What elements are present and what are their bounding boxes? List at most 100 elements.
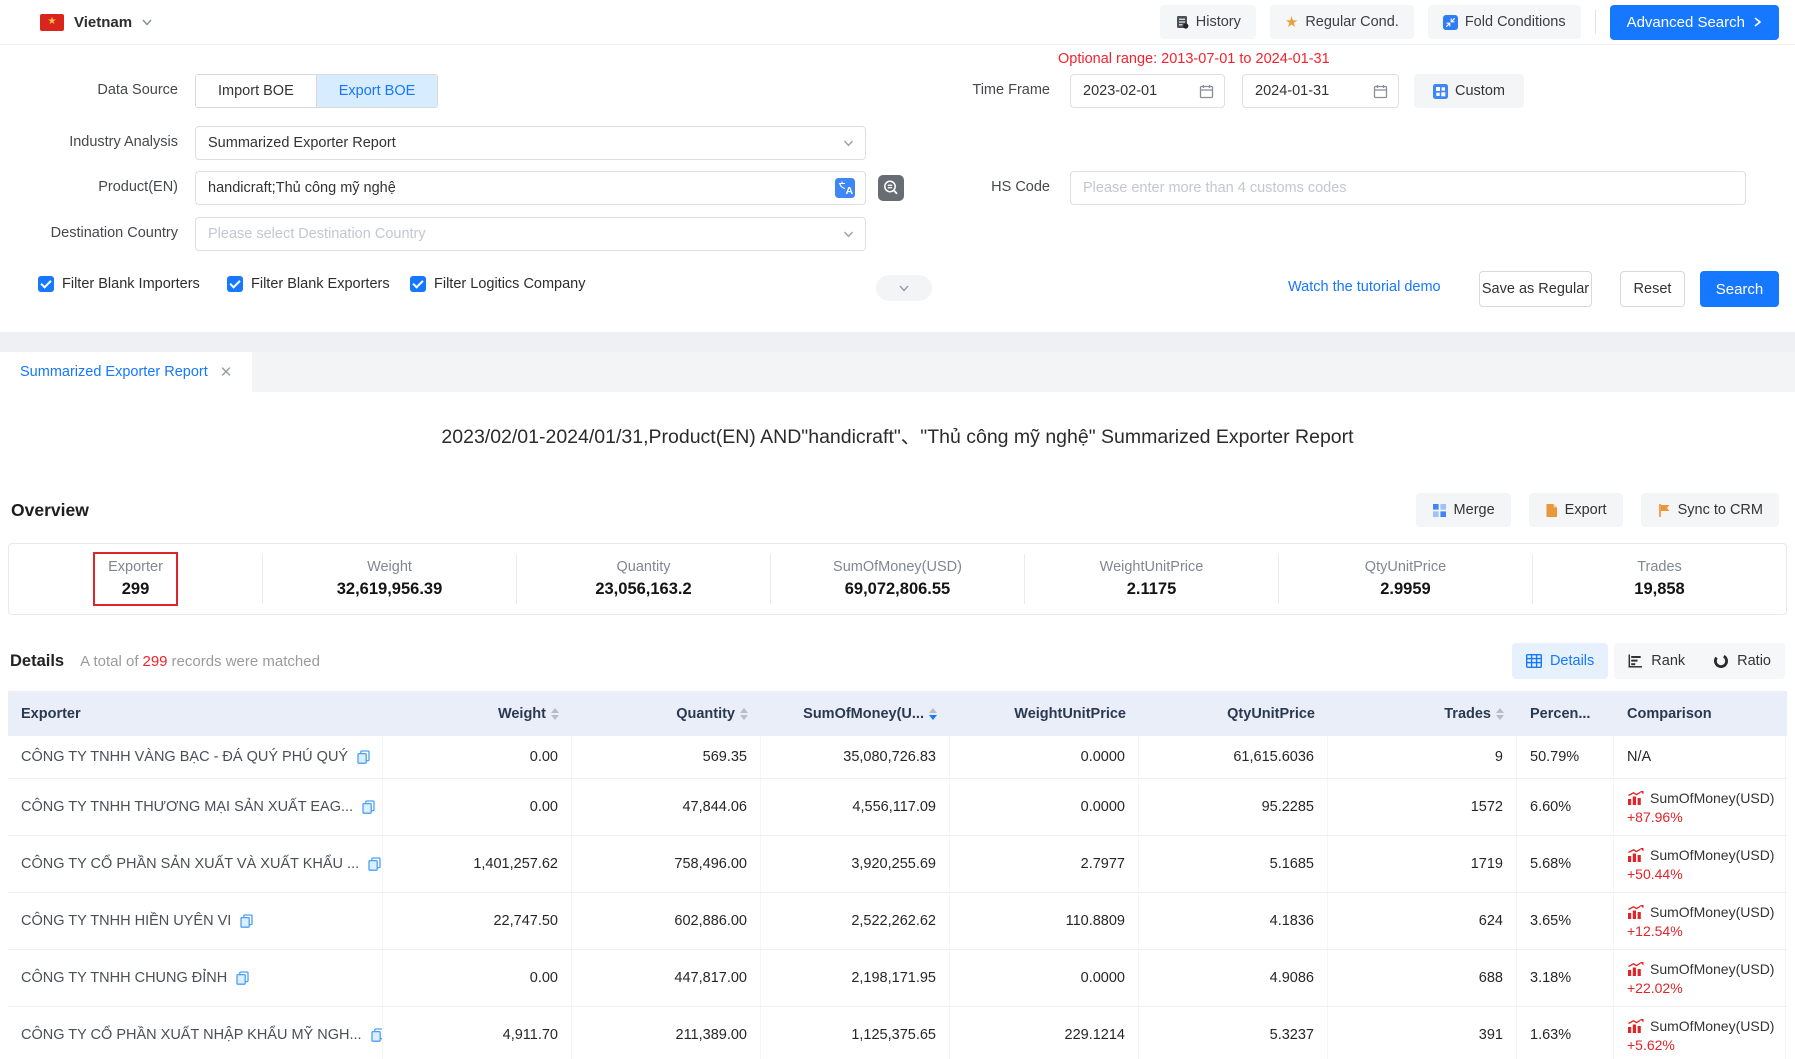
search-button[interactable]: Search	[1700, 271, 1779, 307]
comparison-cell: SumOfMoney(USD)+5.62%	[1627, 1018, 1774, 1053]
export-button[interactable]: Export	[1529, 493, 1623, 527]
custom-range-button[interactable]: Custom	[1414, 74, 1524, 108]
column-header-exporter[interactable]: Exporter	[8, 691, 383, 736]
cell-comparison: SumOfMoney(USD)+22.02%	[1614, 950, 1786, 1006]
filter-logitics-company-checkbox[interactable]: Filter Logitics Company	[410, 276, 586, 292]
cell-exporter[interactable]: CÔNG TY TNHH CHUNG ĐỈNH	[8, 950, 383, 1006]
save-as-regular-button[interactable]: Save as Regular	[1479, 271, 1592, 307]
sort-carets[interactable]	[740, 708, 748, 720]
industry-analysis-select[interactable]: Summarized Exporter Report	[195, 126, 866, 160]
exporter-name[interactable]: CÔNG TY TNHH VÀNG BẠC - ĐÁ QUÝ PHÚ QUÝ	[21, 749, 348, 765]
cell-qty_unit_price: 5.3237	[1139, 1007, 1328, 1059]
cell-exporter[interactable]: CÔNG TY CỔ PHẦN XUẤT NHẬP KHẨU MỸ NGH...	[8, 1007, 383, 1059]
fold-conditions-button[interactable]: Fold Conditions	[1428, 5, 1581, 39]
copy-icon[interactable]	[240, 914, 253, 928]
country-selector[interactable]: Vietnam	[74, 14, 132, 31]
exporter-name[interactable]: CÔNG TY TNHH THƯƠNG MẠI SẢN XUẤT EAG...	[21, 799, 353, 815]
destination-country-select[interactable]: Please select Destination Country	[195, 217, 866, 251]
column-header-sum_of_money[interactable]: SumOfMoney(U...	[761, 691, 950, 736]
table-row[interactable]: CÔNG TY TNHH THƯƠNG MẠI SẢN XUẤT EAG...0…	[8, 779, 1787, 836]
exporter-name[interactable]: CÔNG TY CỔ PHẦN XUẤT NHẬP KHẨU MỸ NGH...	[21, 1027, 362, 1043]
history-button[interactable]: History	[1160, 5, 1256, 39]
copy-icon[interactable]	[236, 971, 249, 985]
merge-button[interactable]: Merge	[1416, 493, 1511, 527]
chevron-down-icon[interactable]	[140, 16, 154, 28]
export-boe-tab[interactable]: Export BOE	[316, 75, 438, 107]
date-to-input[interactable]: 2024-01-31	[1242, 74, 1399, 108]
cell-exporter[interactable]: CÔNG TY CỔ PHẦN SẢN XUẤT VÀ XUẤT KHẨU ..…	[8, 836, 383, 892]
sort-asc-icon[interactable]	[1496, 708, 1504, 713]
sort-carets[interactable]	[1496, 708, 1504, 720]
star-icon: ★	[1285, 15, 1298, 30]
column-header-percent[interactable]: Percen...	[1517, 691, 1614, 736]
product-en-input[interactable]: handicraft;Thủ công mỹ nghệ A	[195, 171, 866, 205]
stat-inner: QtyUnitPrice2.9959	[1352, 554, 1459, 604]
import-boe-tab[interactable]: Import BOE	[196, 75, 316, 107]
stat-label: Quantity	[595, 559, 691, 575]
view-details-button[interactable]: Details	[1512, 643, 1608, 679]
sort-desc-icon[interactable]	[740, 715, 748, 720]
copy-icon[interactable]	[371, 1028, 383, 1042]
copy-icon[interactable]	[368, 857, 381, 871]
sort-asc-icon[interactable]	[740, 708, 748, 713]
sort-carets[interactable]	[551, 708, 559, 720]
column-label: Percen...	[1530, 706, 1590, 722]
cell-sum_of_money: 1,125,375.65	[761, 1007, 950, 1059]
date-from-input[interactable]: 2023-02-01	[1070, 74, 1225, 108]
table-row[interactable]: CÔNG TY TNHH HIỀN UYÊN VI22,747.50602,88…	[8, 893, 1787, 950]
cell-exporter[interactable]: CÔNG TY TNHH HIỀN UYÊN VI	[8, 893, 383, 949]
calendar-icon[interactable]	[1373, 84, 1388, 99]
custom-label: Custom	[1455, 83, 1505, 99]
advanced-search-button[interactable]: Advanced Search	[1610, 5, 1779, 40]
overview-actions: Merge Export Sync to CRM	[1416, 493, 1779, 527]
column-header-quantity[interactable]: Quantity	[572, 691, 761, 736]
cell-quantity: 602,886.00	[572, 893, 761, 949]
table-row[interactable]: CÔNG TY TNHH CHUNG ĐỈNH0.00447,817.002,1…	[8, 950, 1787, 1007]
cell-comparison: SumOfMoney(USD)+50.44%	[1614, 836, 1786, 892]
copy-icon[interactable]	[357, 750, 370, 764]
cell-exporter[interactable]: CÔNG TY TNHH VÀNG BẠC - ĐÁ QUÝ PHÚ QUÝ	[8, 736, 383, 778]
hs-code-input[interactable]: Please enter more than 4 customs codes	[1070, 171, 1746, 205]
stat-weight: Weight32,619,956.39	[262, 554, 516, 604]
table-body: CÔNG TY TNHH VÀNG BẠC - ĐÁ QUÝ PHÚ QUÝ0.…	[8, 736, 1787, 1059]
cell-exporter[interactable]: CÔNG TY TNHH THƯƠNG MẠI SẢN XUẤT EAG...	[8, 779, 383, 835]
sync-to-crm-button[interactable]: Sync to CRM	[1641, 493, 1779, 527]
tab-summarized-exporter-report[interactable]: Summarized Exporter Report ✕	[0, 352, 252, 392]
table-row[interactable]: CÔNG TY CỔ PHẦN SẢN XUẤT VÀ XUẤT KHẨU ..…	[8, 836, 1787, 893]
comparison-metric-label: SumOfMoney(USD)	[1650, 847, 1774, 863]
column-header-trades[interactable]: Trades	[1328, 691, 1517, 736]
sort-desc-icon[interactable]	[929, 715, 937, 720]
view-rank-button[interactable]: Rank	[1614, 643, 1699, 679]
translate-icon[interactable]: A	[835, 178, 855, 198]
checkbox-label: Filter Logitics Company	[434, 276, 586, 292]
reset-button[interactable]: Reset	[1620, 271, 1685, 307]
stat-inner: Trades19,858	[1621, 554, 1697, 604]
tutorial-demo-link[interactable]: Watch the tutorial demo	[1288, 279, 1441, 295]
exporter-name[interactable]: CÔNG TY TNHH HIỀN UYÊN VI	[21, 913, 231, 929]
calendar-icon[interactable]	[1199, 84, 1214, 99]
sort-desc-icon[interactable]	[551, 715, 559, 720]
cell-comparison: SumOfMoney(USD)+12.54%	[1614, 893, 1786, 949]
filter-blank-exporters-checkbox[interactable]: Filter Blank Exporters	[227, 276, 390, 292]
sort-asc-icon[interactable]	[929, 708, 937, 713]
exporter-name[interactable]: CÔNG TY CỔ PHẦN SẢN XUẤT VÀ XUẤT KHẨU ..…	[21, 856, 359, 872]
regular-cond-button[interactable]: ★ Regular Cond.	[1270, 5, 1414, 39]
exporter-name[interactable]: CÔNG TY TNHH CHUNG ĐỈNH	[21, 970, 227, 986]
column-header-weight[interactable]: Weight	[383, 691, 572, 736]
table-row[interactable]: CÔNG TY CỔ PHẦN XUẤT NHẬP KHẨU MỸ NGH...…	[8, 1007, 1787, 1059]
collapse-conditions-button[interactable]	[876, 275, 932, 301]
filter-blank-importers-checkbox[interactable]: Filter Blank Importers	[38, 276, 200, 292]
cell-quantity: 758,496.00	[572, 836, 761, 892]
sort-carets[interactable]	[929, 708, 937, 720]
checkbox-checked-icon	[38, 276, 54, 292]
close-icon[interactable]: ✕	[220, 363, 233, 381]
column-header-comparison[interactable]: Comparison	[1614, 691, 1786, 736]
table-row[interactable]: CÔNG TY TNHH VÀNG BẠC - ĐÁ QUÝ PHÚ QUÝ0.…	[8, 736, 1787, 779]
view-ratio-button[interactable]: Ratio	[1699, 643, 1785, 679]
sort-desc-icon[interactable]	[1496, 715, 1504, 720]
column-header-weight_unit_price[interactable]: WeightUnitPrice	[950, 691, 1139, 736]
column-header-qty_unit_price[interactable]: QtyUnitPrice	[1139, 691, 1328, 736]
sort-asc-icon[interactable]	[551, 708, 559, 713]
comparison-metric-label: SumOfMoney(USD)	[1650, 904, 1774, 920]
copy-icon[interactable]	[362, 800, 375, 814]
